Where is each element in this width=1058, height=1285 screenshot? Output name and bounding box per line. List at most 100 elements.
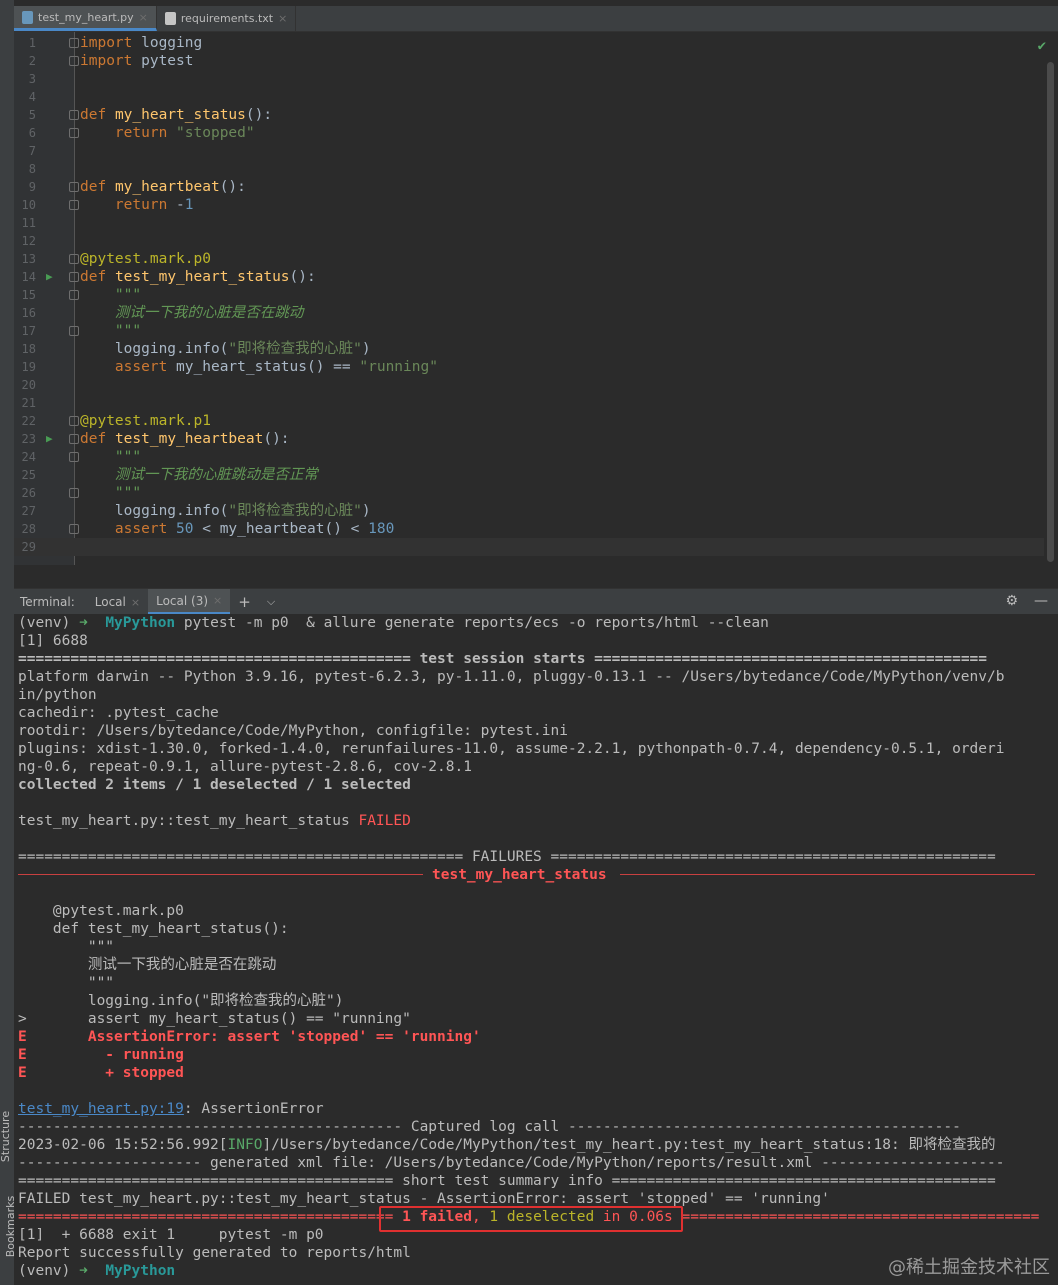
fold-marker-icon[interactable]	[69, 290, 79, 300]
line-number: 24	[21, 450, 36, 464]
code-line[interactable]: 25 测试一下我的心脏跳动是否正常	[14, 466, 1044, 484]
code-line[interactable]: 1 import logging	[14, 34, 1044, 52]
code-line[interactable]: 8	[14, 160, 1044, 178]
fold-marker-icon[interactable]	[69, 524, 79, 534]
terminal-tab-local-3[interactable]: Local (3) ×	[148, 589, 231, 615]
code-line[interactable]: 18 logging.info("即将检查我的心脏")	[14, 340, 1044, 358]
fold-marker-icon[interactable]	[69, 128, 79, 138]
code-line[interactable]: 29	[14, 538, 1044, 556]
code-line[interactable]: 3	[14, 70, 1044, 88]
code-line[interactable]: 10 return -1	[14, 196, 1044, 214]
minimize-icon[interactable]: —	[1034, 593, 1048, 609]
code-line[interactable]: 9 def my_heartbeat():	[14, 178, 1044, 196]
close-icon[interactable]: ×	[131, 596, 140, 609]
log-line: 2023-02-06 15:52:56.992[INFO]/Users/byte…	[18, 1137, 996, 1153]
code-line[interactable]: 11	[14, 214, 1044, 232]
rootdir-line: rootdir: /Users/bytedance/Code/MyPython,…	[18, 723, 568, 739]
structure-side-tab[interactable]: Structure	[0, 1110, 14, 1190]
watermark: @稀土掘金技术社区	[888, 1257, 1050, 1278]
editor-tab-bar: test_my_heart.py × requirements.txt ×	[14, 6, 1058, 32]
code-line[interactable]: 17 """	[14, 322, 1044, 340]
code-line[interactable]: 7	[14, 142, 1044, 160]
line-number: 26	[21, 486, 36, 500]
fold-marker-icon[interactable]	[69, 182, 79, 192]
fold-marker-icon[interactable]	[69, 56, 79, 66]
fold-marker-icon[interactable]	[69, 200, 79, 210]
close-icon[interactable]: ×	[278, 12, 287, 25]
terminal-output[interactable]: (venv) ➜ MyPython pytest -m p0 & allure …	[14, 614, 1058, 1285]
gear-icon[interactable]: ⚙	[1005, 593, 1018, 609]
terminal-tab-bar: Terminal: Local × Local (3) × + ⌵ ⚙ —	[14, 588, 1058, 615]
traceback-line: 测试一下我的心脏是否在跳动	[18, 957, 277, 973]
code-line[interactable]: 22 @pytest.mark.p1	[14, 412, 1044, 430]
fold-marker-icon[interactable]	[69, 272, 79, 282]
code-line[interactable]: 26 """	[14, 484, 1044, 502]
fold-marker-icon[interactable]	[69, 110, 79, 120]
terminal-label: Terminal:	[20, 595, 75, 609]
line-number: 27	[21, 504, 36, 518]
plus-icon[interactable]: +	[230, 593, 259, 611]
line-number: 16	[21, 306, 36, 320]
code-line[interactable]: 21	[14, 394, 1044, 412]
code-text: 测试一下我的心脏是否在跳动	[80, 305, 304, 321]
fold-marker-icon[interactable]	[69, 254, 79, 264]
tab-test-my-heart[interactable]: test_my_heart.py ×	[14, 6, 157, 31]
fold-marker-icon[interactable]	[69, 416, 79, 426]
code-line[interactable]: 6 return "stopped"	[14, 124, 1044, 142]
bookmarks-side-tab[interactable]: Bookmarks	[0, 1196, 17, 1280]
close-icon[interactable]: ×	[139, 11, 148, 24]
line-number: 20	[21, 378, 36, 392]
line-number: 15	[21, 288, 36, 302]
code-line[interactable]: 14 ▶ def test_my_heart_status():	[14, 268, 1044, 286]
code-editor[interactable]: ✔ 1 import logging 2 import pytest 3 4 5 def my…	[14, 32, 1058, 565]
xml-line: --------------------- generated xml file…	[18, 1155, 1005, 1171]
collected-line: collected 2 items / 1 deselected / 1 sel…	[18, 777, 411, 793]
code-text: def my_heartbeat():	[80, 179, 246, 195]
line-number: 28	[21, 522, 36, 536]
error-line: E - running	[18, 1047, 184, 1063]
run-gutter-icon[interactable]: ▶	[46, 268, 53, 286]
left-tool-strip	[0, 0, 14, 1285]
code-line[interactable]: 5 def my_heart_status():	[14, 106, 1044, 124]
line-number: 3	[28, 72, 36, 86]
code-text: @pytest.mark.p0	[80, 251, 211, 267]
line-number: 13	[21, 252, 36, 266]
line-number: 17	[21, 324, 36, 338]
code-line[interactable]: 28 assert 50 < my_heartbeat() < 180	[14, 520, 1044, 538]
fold-marker-icon[interactable]	[69, 38, 79, 48]
traceback-line: @pytest.mark.p0	[18, 903, 184, 919]
line-number: 19	[21, 360, 36, 374]
line-number: 9	[28, 180, 36, 194]
code-line[interactable]: 20	[14, 376, 1044, 394]
editor-scrollbar[interactable]	[1047, 62, 1054, 562]
code-line[interactable]: 19 assert my_heart_status() == "running"	[14, 358, 1044, 376]
close-icon[interactable]: ×	[213, 594, 222, 607]
code-line[interactable]: 4	[14, 88, 1044, 106]
run-gutter-icon[interactable]: ▶	[46, 430, 53, 448]
source-link[interactable]: test_my_heart.py:19	[18, 1101, 184, 1117]
code-text: assert my_heart_status() == "running"	[114, 359, 438, 375]
code-line[interactable]: 15 """	[14, 286, 1044, 304]
platform-line: platform darwin -- Python 3.9.16, pytest…	[18, 669, 1005, 685]
code-line[interactable]: 24 """	[14, 448, 1044, 466]
code-line[interactable]: 12	[14, 232, 1044, 250]
fold-marker-icon[interactable]	[69, 434, 79, 444]
line-number: 7	[28, 144, 36, 158]
fold-marker-icon[interactable]	[69, 488, 79, 498]
code-line[interactable]: 13 @pytest.mark.p0	[14, 250, 1044, 268]
terminal-tab-local[interactable]: Local ×	[87, 589, 148, 615]
code-line[interactable]: 16 测试一下我的心脏是否在跳动	[14, 304, 1044, 322]
failures-line: ========================================…	[18, 849, 996, 865]
code-line[interactable]: 23 ▶ def test_my_heartbeat():	[14, 430, 1044, 448]
line-number: 25	[21, 468, 36, 482]
traceback-line: > assert my_heart_status() == "running"	[18, 1011, 411, 1027]
code-line[interactable]: 27 logging.info("即将检查我的心脏")	[14, 502, 1044, 520]
tab-requirements[interactable]: requirements.txt ×	[157, 6, 297, 31]
fold-marker-icon[interactable]	[69, 452, 79, 462]
summary-line: ========================================…	[18, 1173, 996, 1189]
code-text: logging.info("即将检查我的心脏")	[80, 503, 371, 519]
chevron-down-icon[interactable]: ⌵	[259, 595, 283, 609]
fold-marker-icon[interactable]	[69, 326, 79, 336]
terminal-tab-label: Local	[94, 595, 126, 609]
code-line[interactable]: 2 import pytest	[14, 52, 1044, 70]
